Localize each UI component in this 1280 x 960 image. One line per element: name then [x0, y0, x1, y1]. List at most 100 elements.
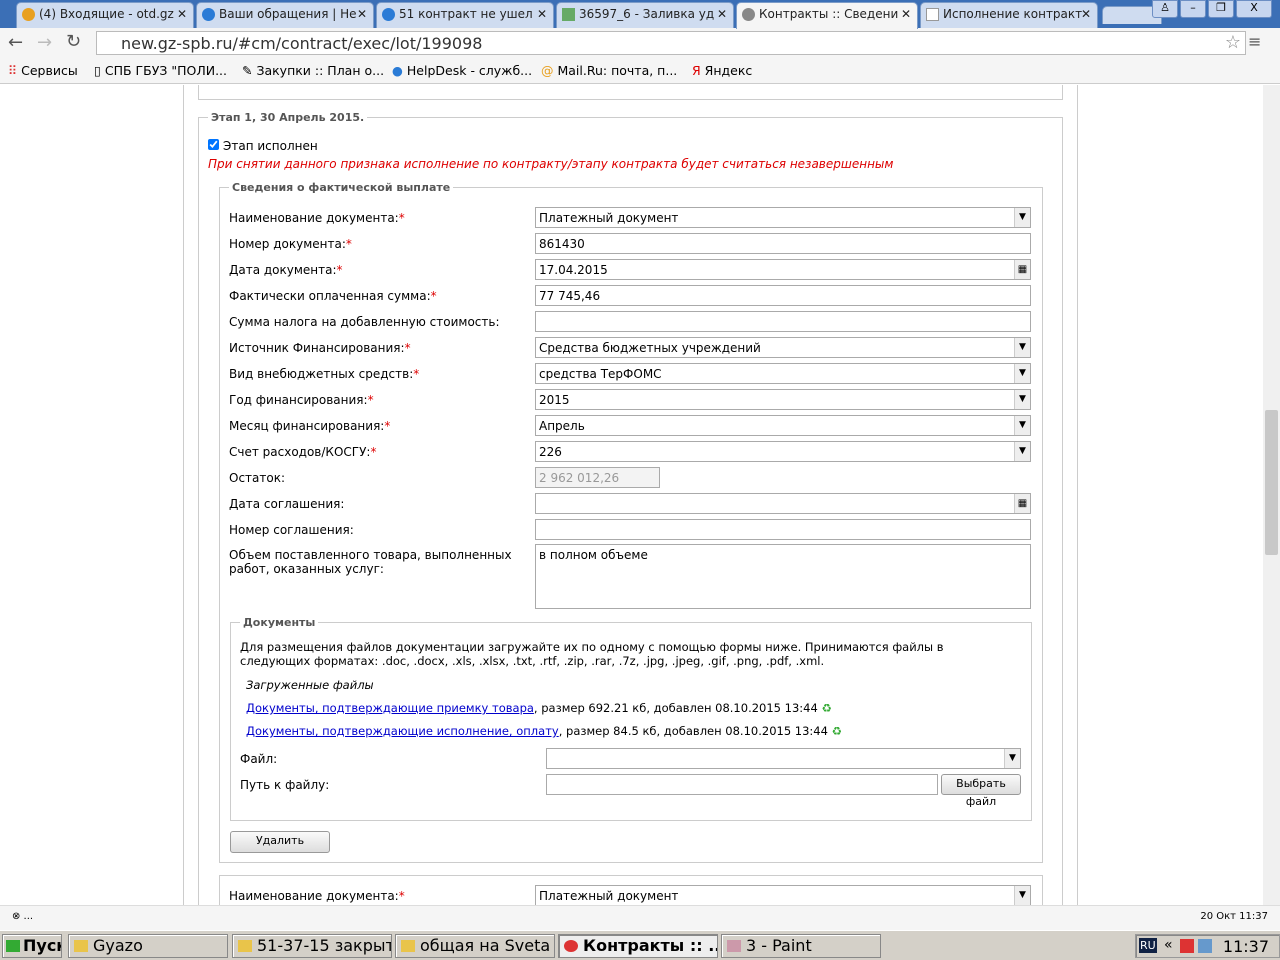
choose-file-button[interactable]: Выбрать файл: [941, 774, 1021, 808]
documents-info: Для размещения файлов документации загру…: [240, 640, 944, 668]
field-label: Номер соглашения:: [229, 523, 354, 537]
tab-requests[interactable]: Ваши обращения | Не ✕: [196, 2, 374, 28]
taskbar-item[interactable]: общая на Sveta: [395, 934, 555, 958]
recycle-delete-icon[interactable]: ♻: [821, 701, 831, 715]
date-field[interactable]: ▦: [535, 493, 1031, 514]
file-label: Файл:: [240, 752, 278, 766]
tab-contracts[interactable]: Контракты :: Сведени ✕: [736, 2, 918, 29]
select-field[interactable]: Платежный документ ▼: [535, 207, 1031, 228]
calendar-icon[interactable]: ▦: [1014, 494, 1030, 513]
minimize-button[interactable]: –: [1180, 0, 1206, 18]
field-label: Дата документа:*: [229, 263, 343, 277]
bookmarks-bar: ⠿ Сервисы ▯ СПБ ГБУЗ "ПОЛИ... ✎ Закупки …: [0, 58, 1280, 84]
date-field[interactable]: 17.04.2015 ▦: [535, 259, 1031, 280]
network-icon[interactable]: [1198, 939, 1212, 953]
file-path-input[interactable]: [546, 774, 938, 795]
text-field[interactable]: [535, 519, 1031, 540]
folder-icon: [74, 940, 88, 952]
antivirus-icon[interactable]: [1180, 939, 1194, 953]
chevron-down-icon: ▼: [1014, 338, 1030, 357]
select-field[interactable]: Средства бюджетных учреждений ▼: [535, 337, 1031, 358]
previous-section: [198, 85, 1063, 100]
chevron-down-icon: ▼: [1014, 886, 1030, 905]
bookmark-yandex[interactable]: Я Яндекс: [692, 63, 752, 78]
field-label: Год финансирования:*: [229, 393, 374, 407]
taskbar-item[interactable]: 3 - Paint: [721, 934, 881, 958]
chevron-down-icon: ▼: [1014, 416, 1030, 435]
select-field[interactable]: 2015 ▼: [535, 389, 1031, 410]
select-field[interactable]: средства ТерФОМС ▼: [535, 363, 1031, 384]
clock: 11:37: [1222, 937, 1269, 956]
close-icon[interactable]: ✕: [357, 7, 367, 21]
text-field[interactable]: [535, 311, 1031, 332]
chevron-down-icon: ▼: [1014, 364, 1030, 383]
warning-text: При снятии данного признака исполнение п…: [208, 157, 894, 171]
text-field[interactable]: 77 745,46: [535, 285, 1031, 306]
file-link[interactable]: Документы, подтверждающие приемку товара: [246, 701, 534, 715]
file-link[interactable]: Документы, подтверждающие исполнение, оп…: [246, 724, 559, 738]
image-icon: [562, 8, 575, 21]
select-field[interactable]: 226 ▼: [535, 441, 1031, 462]
stage-done-checkbox[interactable]: Этап исполнен: [208, 139, 318, 153]
text-field[interactable]: 861430: [535, 233, 1031, 254]
recycle-delete-icon[interactable]: ♻: [832, 724, 842, 738]
volume-textarea[interactable]: в полном объеме: [535, 544, 1031, 609]
back-icon[interactable]: ←: [8, 32, 23, 53]
tab-execution[interactable]: Исполнение контракт ✕: [920, 2, 1098, 28]
language-indicator[interactable]: RU: [1139, 938, 1157, 953]
close-icon[interactable]: ✕: [901, 7, 911, 21]
mail-icon: [22, 8, 35, 21]
field-label: Остаток:: [229, 471, 286, 485]
file-select[interactable]: ▼: [546, 748, 1021, 769]
scrollbar-thumb[interactable]: [1265, 410, 1278, 555]
delete-button[interactable]: Удалить: [230, 831, 330, 853]
bookmark-spb[interactable]: ▯ СПБ ГБУЗ "ПОЛИ...: [94, 63, 227, 78]
uploaded-files-title: Загруженные файлы: [246, 678, 374, 692]
paint-icon: [727, 940, 741, 952]
restore-button[interactable]: ❐: [1208, 0, 1234, 18]
chevron-down-icon: ▼: [1004, 749, 1020, 768]
menu-icon[interactable]: ≡: [1248, 32, 1261, 51]
calendar-icon[interactable]: ▦: [1014, 260, 1030, 279]
select-field[interactable]: Апрель ▼: [535, 415, 1031, 436]
close-icon[interactable]: ✕: [537, 7, 547, 21]
tools-icon: [742, 8, 755, 21]
taskbar-item[interactable]: 51-37-15 закрыт: [232, 934, 392, 958]
chevron-down-icon: ▼: [1014, 208, 1030, 227]
field-label: Фактически оплаченная сумма:*: [229, 289, 437, 303]
close-icon[interactable]: ✕: [1081, 7, 1091, 21]
bookmark-services[interactable]: ⠿ Сервисы: [8, 63, 78, 78]
bookmark-helpdesk[interactable]: ● HelpDesk - служб...: [392, 63, 532, 78]
user-icon[interactable]: ♙: [1152, 0, 1178, 18]
field-label: Наименование документа:*: [229, 211, 405, 225]
close-window-button[interactable]: X: [1236, 0, 1272, 18]
apps-icon: ⠿: [8, 63, 18, 78]
address-bar[interactable]: new.gz-spb.ru/#cm/contract/exec/lot/1990…: [96, 31, 1246, 55]
chevron-down-icon: ▼: [1014, 442, 1030, 461]
close-icon[interactable]: ✕: [177, 7, 187, 21]
tab-inbox[interactable]: (4) Входящие - otd.gz ✕: [16, 2, 194, 28]
taskbar-item-active[interactable]: Контракты :: ...: [558, 934, 718, 958]
start-button[interactable]: Пуск: [2, 934, 62, 958]
close-icon[interactable]: ✕: [717, 7, 727, 21]
path-label: Путь к файлу:: [240, 778, 330, 792]
forward-icon[interactable]: →: [37, 32, 52, 53]
tab-contract-issue[interactable]: 51 контракт не ушел ✕: [376, 2, 554, 28]
bookmark-zakupki[interactable]: ✎ Закупки :: План о...: [242, 63, 384, 78]
field-label: Номер документа:*: [229, 237, 352, 251]
reload-icon[interactable]: ↻: [66, 31, 81, 52]
file-item: Документы, подтверждающие исполнение, оп…: [246, 724, 842, 738]
field-label: Сумма налога на добавленную стоимость:: [229, 315, 500, 329]
star-icon[interactable]: ☆: [1225, 32, 1241, 53]
taskbar-item[interactable]: Gyazo: [68, 934, 228, 958]
field-label: Счет расходов/КОСГУ:*: [229, 445, 377, 459]
checkbox[interactable]: [208, 139, 219, 150]
tab-upload[interactable]: 36597_6 - Заливка уд ✕: [556, 2, 734, 28]
expand-tray-icon[interactable]: «: [1164, 937, 1173, 953]
bookmark-mailru[interactable]: @ Mail.Ru: почта, п...: [541, 63, 677, 78]
next-doc-select[interactable]: Платежный документ ▼: [535, 885, 1031, 905]
next-doc-label: Наименование документа:*: [229, 889, 405, 903]
app-icon: [401, 940, 415, 952]
help-icon: [202, 8, 215, 21]
system-tray: RU « 11:37: [1135, 934, 1280, 958]
